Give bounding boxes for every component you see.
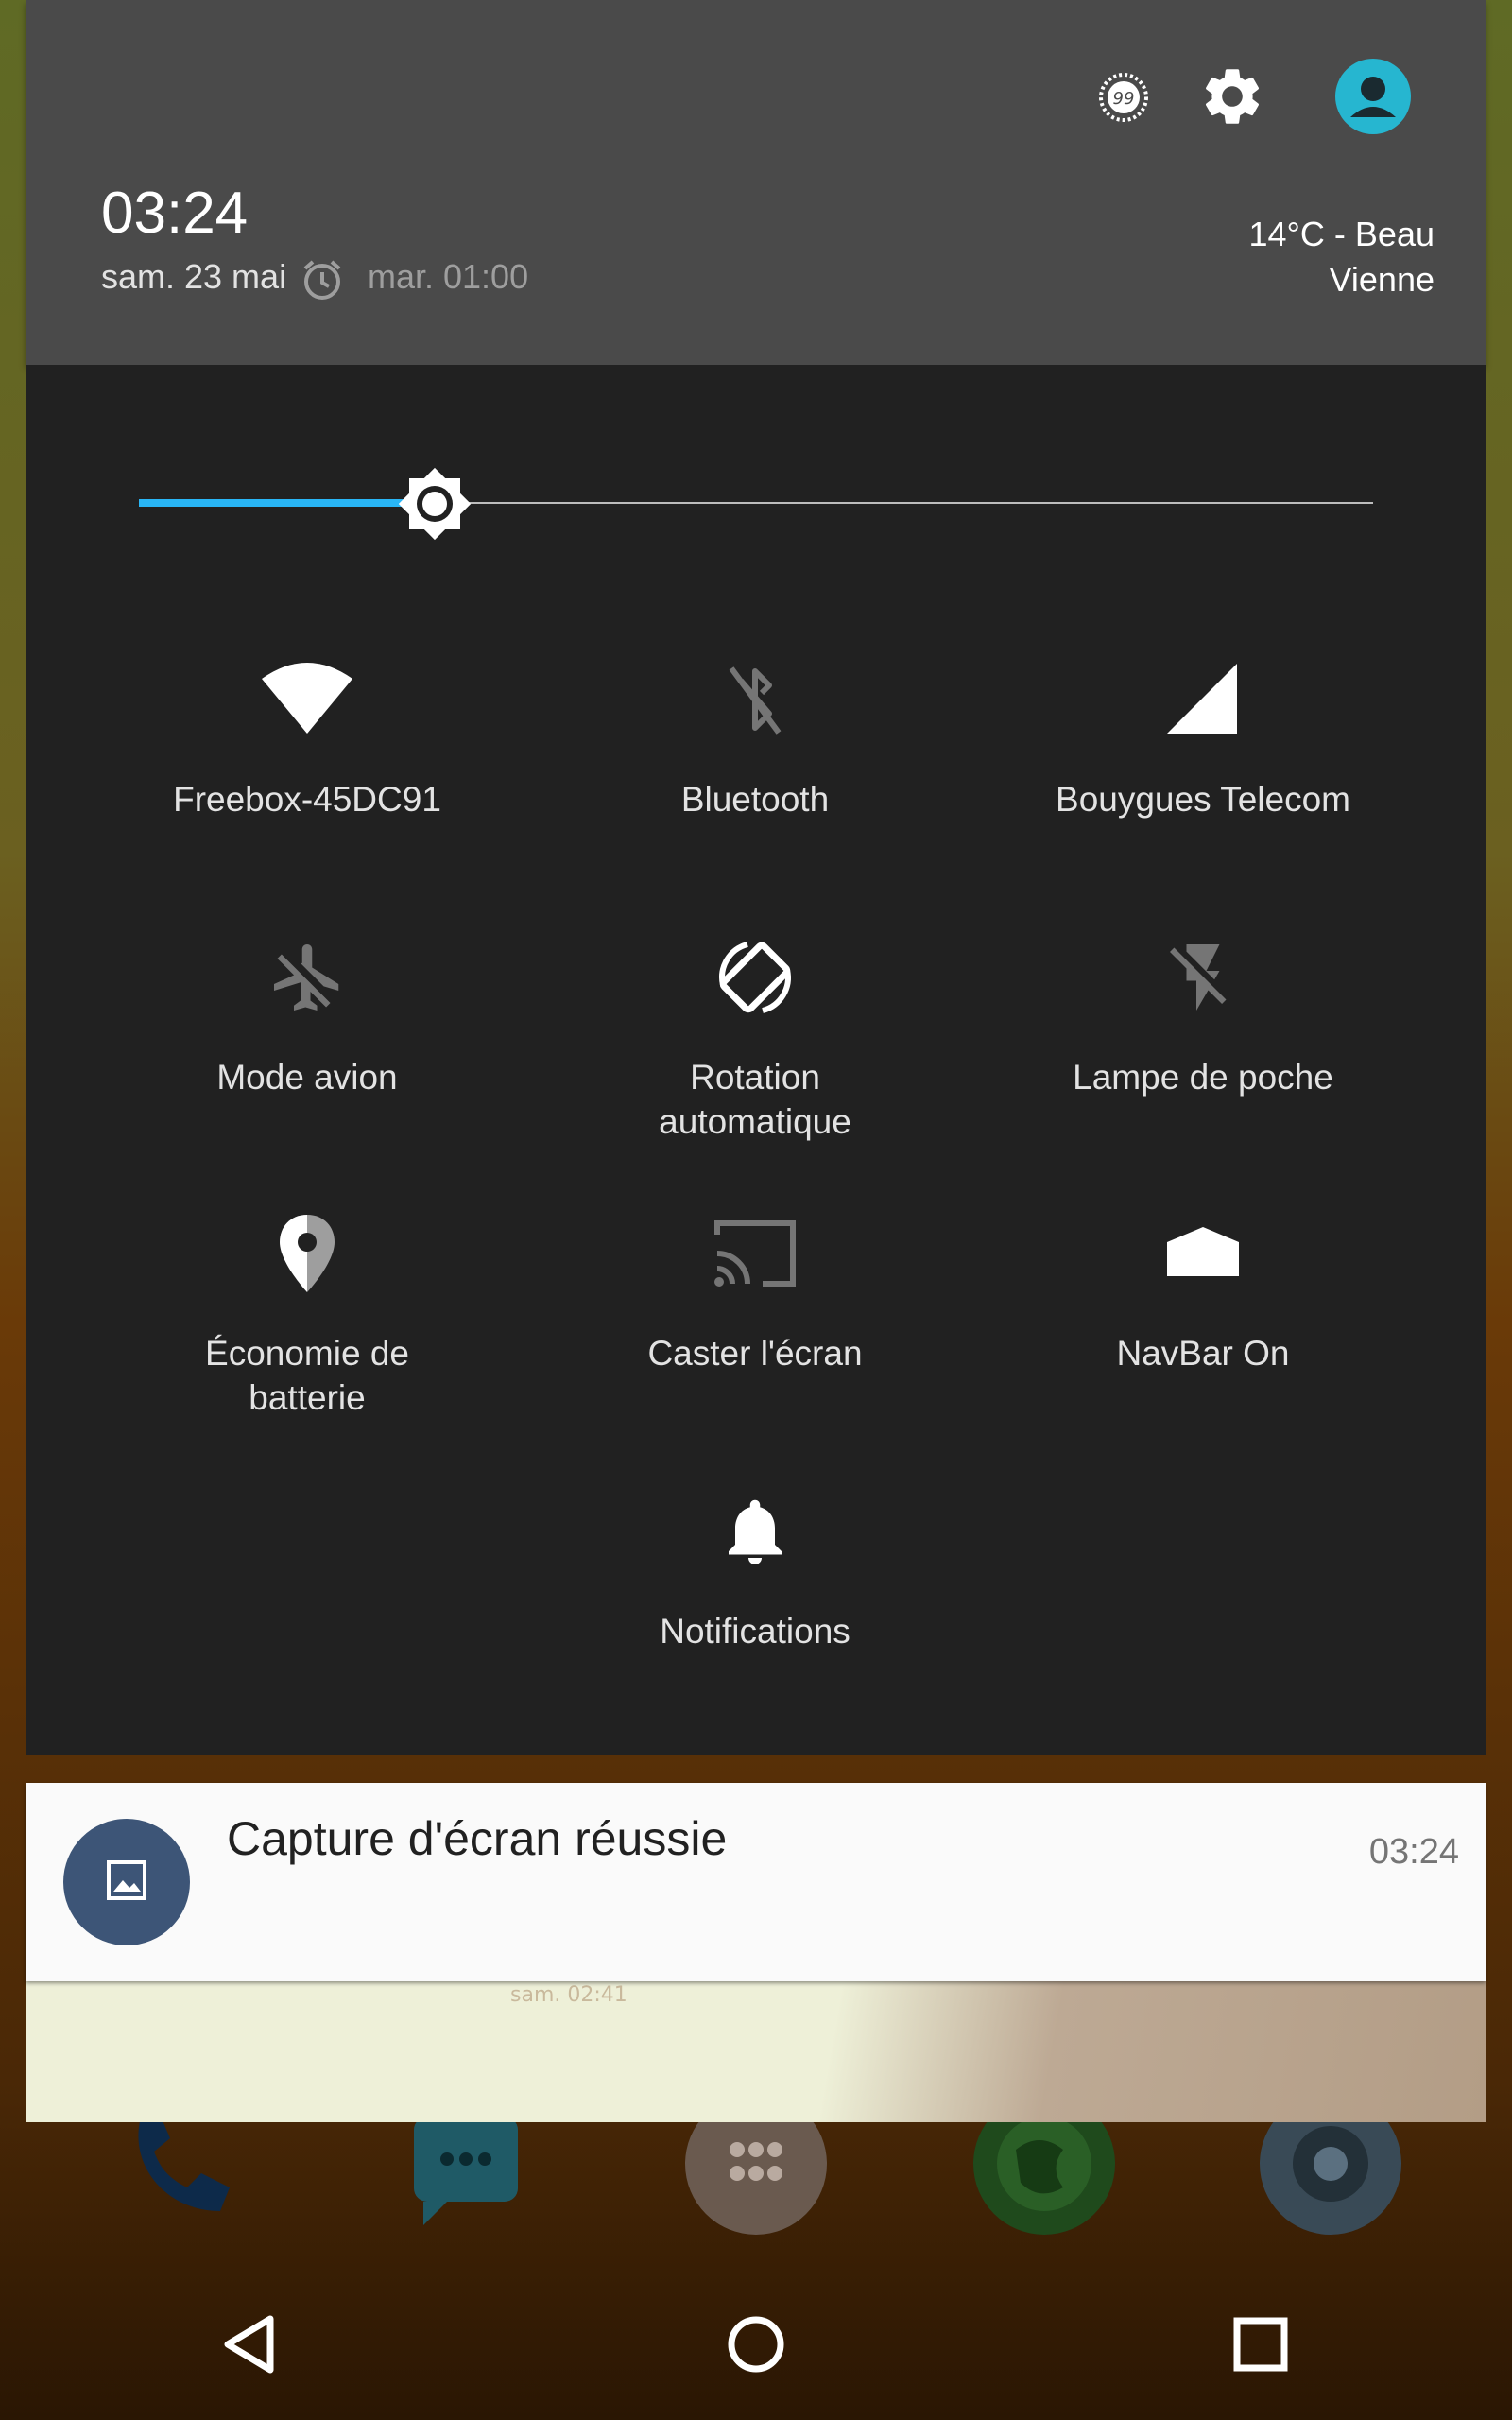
weather-condition: 14°C - Beau <box>1248 215 1435 253</box>
location-icon <box>260 1206 354 1301</box>
brightness-fill <box>139 499 435 507</box>
tile-label: Mode avion <box>216 1058 398 1097</box>
tile-label: Lampe de poche <box>1073 1058 1333 1097</box>
flashlight-off-icon <box>1156 930 1250 1025</box>
tile-bluetooth[interactable]: Bluetooth <box>531 652 979 821</box>
svg-text:99: 99 <box>1113 89 1135 109</box>
tile-label: Économie de batterie <box>205 1334 409 1417</box>
weather[interactable]: 14°C - Beau Vienne <box>1248 212 1435 302</box>
user-avatar-icon[interactable] <box>1332 55 1415 138</box>
weather-location: Vienne <box>1329 260 1435 299</box>
date[interactable]: sam. 23 mai <box>101 257 286 297</box>
tile-navbar[interactable]: NavBar On <box>979 1206 1427 1375</box>
bluetooth-off-icon <box>708 652 802 747</box>
recents-button[interactable] <box>1223 2307 1298 2382</box>
notification-title: Capture d'écran réussie <box>227 1812 728 1865</box>
notification-screenshot[interactable]: Capture d'écran réussie 03:24 <box>26 1783 1486 1981</box>
airplane-off-icon <box>260 930 354 1025</box>
tile-notifications[interactable]: Notifications <box>531 1484 979 1653</box>
next-alarm[interactable]: mar. 01:00 <box>368 257 528 297</box>
cast-icon <box>708 1206 802 1301</box>
notification-avatar <box>63 1819 190 1945</box>
auto-rotate-icon <box>708 930 802 1025</box>
navbar-icon <box>1156 1206 1250 1301</box>
tile-cast-screen[interactable]: Caster l'écran <box>531 1206 979 1375</box>
bell-icon <box>708 1484 802 1579</box>
tile-airplane-mode[interactable]: Mode avion <box>83 930 531 1099</box>
tile-auto-rotate[interactable]: Rotation automatique <box>531 930 979 1144</box>
tile-label: Bouygues Telecom <box>1056 780 1350 819</box>
back-button[interactable] <box>214 2307 289 2382</box>
widget-preview <box>26 1976 1486 2122</box>
tile-battery-saver[interactable]: Économie de batterie <box>83 1206 531 1420</box>
preview-text: sam. 02:41 <box>510 1983 627 2007</box>
image-icon <box>106 1859 147 1905</box>
tile-cellular[interactable]: Bouygues Telecom <box>979 652 1427 821</box>
tile-flashlight[interactable]: Lampe de poche <box>979 930 1427 1099</box>
tile-label: Notifications <box>660 1612 850 1651</box>
tile-label: Caster l'écran <box>647 1334 863 1373</box>
cell-signal-icon <box>1156 652 1250 747</box>
tile-label: NavBar On <box>1116 1334 1290 1373</box>
tile-wifi[interactable]: Freebox-45DC91 <box>83 652 531 821</box>
home-button[interactable] <box>718 2307 794 2382</box>
wifi-icon <box>260 652 354 747</box>
tile-label: Rotation automatique <box>659 1058 851 1141</box>
notification-time: 03:24 <box>1368 1832 1459 1872</box>
gear-icon[interactable] <box>1194 59 1270 134</box>
notification-shade-header: 99 03:24 sam. 23 mai mar. 01:00 14°C - B… <box>26 0 1486 365</box>
clock[interactable]: 03:24 <box>101 180 248 247</box>
tile-label: Bluetooth <box>680 780 830 819</box>
alarm-icon <box>300 257 345 302</box>
brightness-thumb-icon[interactable] <box>392 461 477 546</box>
tile-label: Freebox-45DC91 <box>173 780 441 819</box>
brightness-slider[interactable] <box>139 444 1373 562</box>
data-saver-icon[interactable]: 99 <box>1091 64 1157 130</box>
